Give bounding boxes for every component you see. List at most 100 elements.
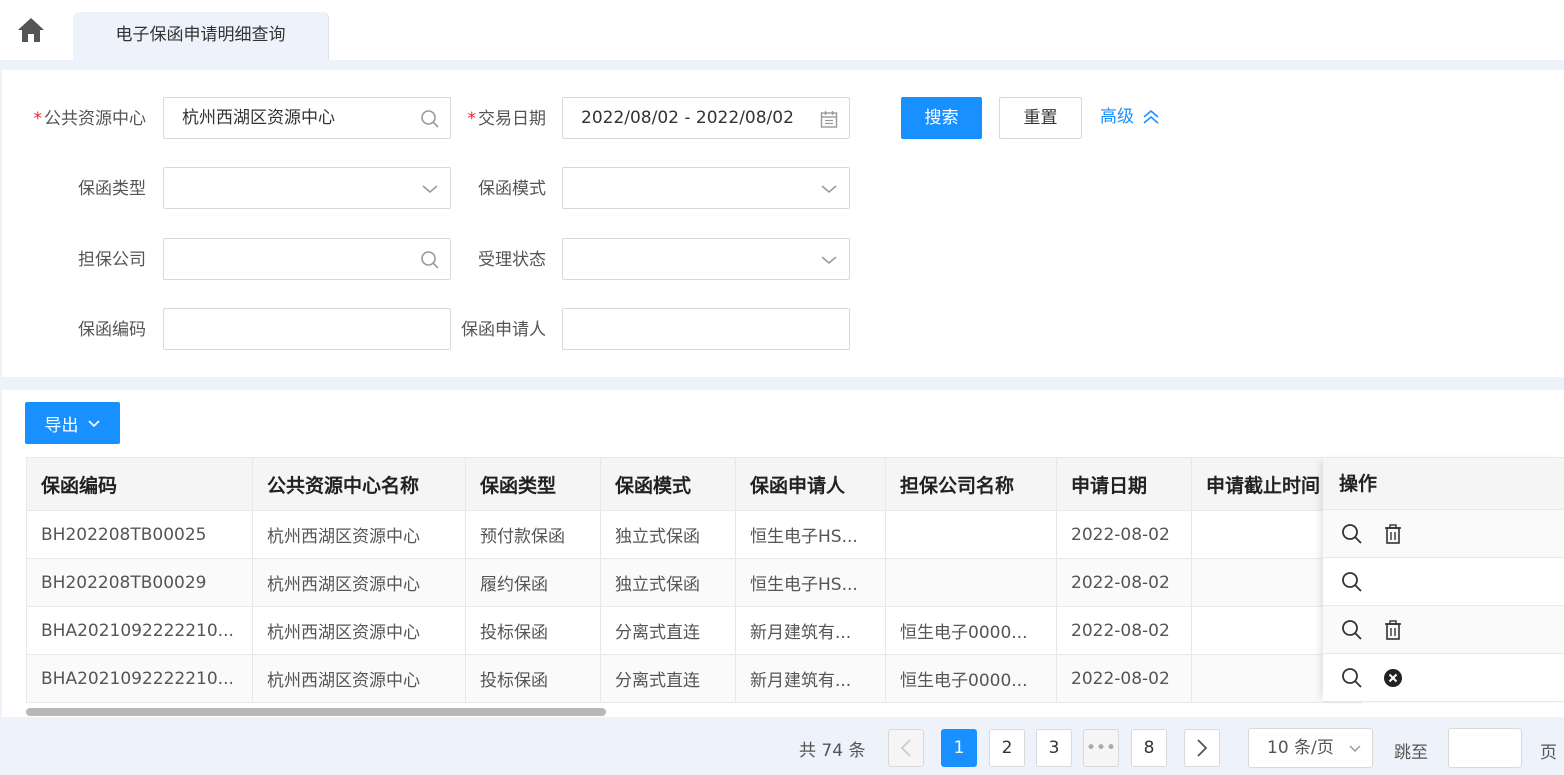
chevron-right-icon [1197, 739, 1208, 757]
table-row[interactable]: BH202208TB00029 杭州西湖区资源中心 履约保函 独立式保函 恒生电… [26, 558, 1362, 607]
guarantor-company-input[interactable] [163, 238, 451, 280]
accept-status-label: 受理状态 [478, 250, 546, 270]
column-header[interactable]: 保函模式 [600, 457, 736, 511]
chevron-down-icon [1349, 745, 1361, 753]
guarantee-code-input[interactable] [163, 308, 451, 350]
page-unit-label: 页 [1540, 743, 1557, 763]
column-header[interactable]: 担保公司名称 [885, 457, 1057, 511]
table-cell: BH202208TB00029 [26, 558, 253, 607]
double-chevron-up-icon [1143, 109, 1159, 124]
table-cell: 恒生电子0000... [885, 654, 1057, 703]
table-cell: 履约保函 [465, 558, 601, 607]
trade-date-value: 2022/08/02 - 2022/08/02 [581, 108, 794, 128]
close-circle-icon[interactable] [1383, 668, 1403, 688]
jump-page-input[interactable] [1448, 728, 1522, 768]
search-icon[interactable] [1341, 619, 1363, 641]
table-row[interactable]: BH202208TB00025 杭州西湖区资源中心 预付款保函 独立式保函 恒生… [26, 510, 1362, 559]
total-count: 共 74 条 [799, 741, 866, 761]
row-actions [1323, 510, 1564, 558]
reset-button[interactable]: 重置 [999, 97, 1082, 139]
page-button-2[interactable]: 2 [989, 729, 1025, 767]
column-header[interactable]: 公共资源中心名称 [252, 457, 466, 511]
table-cell: BH202208TB00025 [26, 510, 253, 559]
chevron-down-icon [821, 256, 837, 264]
tab-bar: 电子保函申请明细查询 [0, 0, 1564, 60]
search-icon[interactable] [420, 109, 440, 129]
guarantee-mode-select[interactable] [562, 167, 850, 209]
row-actions [1323, 606, 1564, 654]
export-label: 导出 [44, 415, 79, 436]
page-button-3[interactable]: 3 [1036, 729, 1072, 767]
table-cell: 2022-08-02 [1056, 510, 1192, 559]
trade-date-label: * 交易日期 [467, 109, 547, 129]
column-header[interactable]: 保函申请人 [735, 457, 886, 511]
row-actions [1323, 558, 1564, 606]
table-cell: 预付款保函 [465, 510, 601, 559]
filter-panel: * 公共资源中心 杭州西湖区资源中心 * 交易日期 2022/08/02 - 202… [2, 70, 1564, 377]
action-column: 操作 [1323, 457, 1564, 702]
table-cell: 恒生电子HS... [735, 558, 886, 607]
table-cell: 2022-08-02 [1056, 558, 1192, 607]
search-icon[interactable] [1341, 571, 1363, 593]
table-cell: 杭州西湖区资源中心 [252, 654, 466, 703]
next-page-button[interactable] [1184, 729, 1220, 767]
chevron-down-icon [87, 420, 100, 428]
table-cell: 新月建筑有... [735, 654, 886, 703]
search-icon[interactable] [1341, 667, 1363, 689]
resource-center-value: 杭州西湖区资源中心 [182, 108, 335, 128]
guarantor-company-label: 担保公司 [78, 250, 146, 270]
guarantee-mode-label: 保函模式 [478, 179, 546, 199]
chevron-down-icon [821, 185, 837, 193]
prev-page-button[interactable] [888, 729, 924, 767]
table-cell: 投标保函 [465, 606, 601, 655]
applicant-label: 保函申请人 [461, 320, 546, 340]
resource-center-label: * 公共资源中心 [33, 109, 147, 129]
page-ellipsis[interactable]: ••• [1083, 729, 1119, 767]
table-cell [885, 510, 1057, 559]
row-actions [1323, 654, 1564, 702]
table-cell: 独立式保函 [600, 510, 736, 559]
resource-center-input[interactable]: 杭州西湖区资源中心 [163, 97, 451, 139]
table-cell: 恒生电子0000... [885, 606, 1057, 655]
trade-date-picker[interactable]: 2022/08/02 - 2022/08/02 [562, 97, 850, 139]
table-cell: 2022-08-02 [1056, 654, 1192, 703]
search-button[interactable]: 搜索 [901, 97, 982, 139]
jump-label: 跳至 [1394, 743, 1428, 763]
accept-status-select[interactable] [562, 238, 850, 280]
applicant-input[interactable] [562, 308, 850, 350]
table-cell: 杭州西湖区资源中心 [252, 606, 466, 655]
table-cell: BHA2021092222210... [26, 606, 253, 655]
page-button-8[interactable]: 8 [1131, 729, 1167, 767]
page-size-select[interactable]: 10 条/页 [1248, 728, 1373, 768]
table-row[interactable]: BHA2021092222210... 杭州西湖区资源中心 投标保函 分离式直连… [26, 606, 1362, 655]
search-icon[interactable] [420, 250, 440, 270]
horizontal-scrollbar[interactable] [26, 708, 606, 716]
search-icon[interactable] [1341, 523, 1363, 545]
home-icon[interactable] [16, 16, 46, 44]
advanced-toggle[interactable]: 高级 [1100, 105, 1160, 129]
page-button-1[interactable]: 1 [941, 729, 977, 767]
tab-guarantee-query[interactable]: 电子保函申请明细查询 [73, 12, 329, 60]
table-cell: 2022-08-02 [1056, 606, 1192, 655]
export-button[interactable]: 导出 [25, 402, 120, 444]
advanced-label: 高级 [1100, 107, 1134, 127]
table-cell: 杭州西湖区资源中心 [252, 558, 466, 607]
column-header[interactable]: 保函编码 [26, 457, 253, 511]
column-header[interactable]: 申请日期 [1056, 457, 1192, 511]
column-header[interactable]: 保函类型 [465, 457, 601, 511]
table-cell [885, 558, 1057, 607]
table-cell: BHA2021092222210... [26, 654, 253, 703]
pagination: 共 74 条 1 2 3 ••• 8 10 条/页 跳至 页 [0, 717, 1564, 775]
guarantee-type-select[interactable] [163, 167, 451, 209]
trash-icon[interactable] [1383, 619, 1403, 641]
chevron-left-icon [900, 739, 911, 757]
calendar-icon[interactable] [819, 109, 839, 129]
table-row[interactable]: BHA2021092222210... 杭州西湖区资源中心 投标保函 分离式直连… [26, 654, 1362, 703]
table-cell: 投标保函 [465, 654, 601, 703]
table-cell: 恒生电子HS... [735, 510, 886, 559]
chevron-down-icon [422, 185, 438, 193]
trash-icon[interactable] [1383, 523, 1403, 545]
table-cell: 分离式直连 [600, 606, 736, 655]
table-cell: 独立式保函 [600, 558, 736, 607]
table-cell: 杭州西湖区资源中心 [252, 510, 466, 559]
